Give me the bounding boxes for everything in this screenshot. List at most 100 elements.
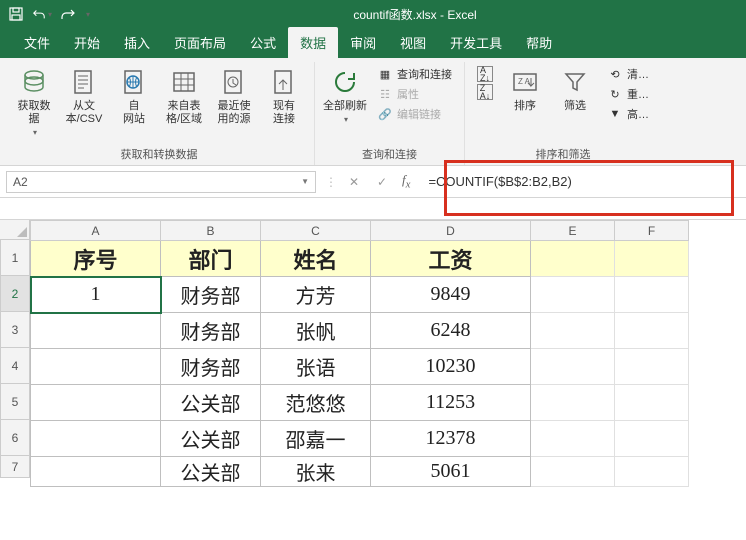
- enter-formula-button[interactable]: ✓: [374, 175, 390, 189]
- cell-f6[interactable]: [615, 421, 689, 457]
- refresh-all-button[interactable]: 全部刷新▾: [321, 62, 369, 130]
- row-header-5[interactable]: 5: [0, 384, 30, 420]
- advanced-filter-button[interactable]: ▼高…: [607, 106, 649, 122]
- fx-icon[interactable]: fx: [402, 172, 410, 191]
- cell-e3[interactable]: [531, 313, 615, 349]
- cell-d3[interactable]: 6248: [371, 313, 531, 349]
- cell-b4[interactable]: 财务部: [161, 349, 261, 385]
- ribbon: 获取数 据▾ 从文 本/CSV 自 网站 来自表 格/区域 最近使 用的源 现有…: [0, 58, 746, 166]
- cancel-formula-button[interactable]: ✕: [346, 175, 362, 189]
- col-header-c[interactable]: C: [261, 221, 371, 241]
- tab-home[interactable]: 开始: [62, 27, 112, 58]
- existing-conn-button[interactable]: 现有 连接: [260, 62, 308, 130]
- cell-e7[interactable]: [531, 457, 615, 487]
- cell-b5[interactable]: 公关部: [161, 385, 261, 421]
- advanced-icon: ▼: [607, 106, 623, 122]
- sort-desc-button[interactable]: ZA↓: [477, 84, 493, 100]
- row-header-1[interactable]: 1: [0, 240, 30, 276]
- get-data-button[interactable]: 获取数 据▾: [10, 62, 58, 143]
- clear-filter-button[interactable]: ⟲清…: [607, 66, 649, 82]
- tab-insert[interactable]: 插入: [112, 27, 162, 58]
- col-header-e[interactable]: E: [531, 221, 615, 241]
- cell-c2[interactable]: 方芳: [261, 277, 371, 313]
- reapply-button[interactable]: ↻重…: [607, 86, 649, 102]
- tab-developer[interactable]: 开发工具: [438, 27, 514, 58]
- cell-e5[interactable]: [531, 385, 615, 421]
- cell-d4[interactable]: 10230: [371, 349, 531, 385]
- cell-f2[interactable]: [615, 277, 689, 313]
- recent-button[interactable]: 最近使 用的源: [210, 62, 258, 130]
- cell-e1[interactable]: [531, 241, 615, 277]
- tab-help[interactable]: 帮助: [514, 27, 564, 58]
- tab-pagelayout[interactable]: 页面布局: [162, 27, 238, 58]
- tab-view[interactable]: 视图: [388, 27, 438, 58]
- col-header-f[interactable]: F: [615, 221, 689, 241]
- cell-e2[interactable]: [531, 277, 615, 313]
- sort-asc-button[interactable]: AZ↓: [477, 66, 493, 82]
- cell-b3[interactable]: 财务部: [161, 313, 261, 349]
- formula-input[interactable]: [420, 174, 746, 189]
- formula-bar: A2 ▼ ⋮ ✕ ✓ fx: [0, 166, 746, 198]
- cell-c3[interactable]: 张帆: [261, 313, 371, 349]
- column-headers: A B C D E F: [31, 221, 689, 241]
- cell-c5[interactable]: 范悠悠: [261, 385, 371, 421]
- cell-d5[interactable]: 11253: [371, 385, 531, 421]
- cell-b6[interactable]: 公关部: [161, 421, 261, 457]
- from-text-button[interactable]: 从文 本/CSV: [60, 62, 108, 130]
- refresh-label: 全部刷新: [323, 100, 367, 113]
- save-button[interactable]: [6, 4, 26, 24]
- tab-data[interactable]: 数据: [288, 27, 338, 58]
- col-header-d[interactable]: D: [371, 221, 531, 241]
- row-header-4[interactable]: 4: [0, 348, 30, 384]
- cell-a3[interactable]: [31, 313, 161, 349]
- undo-button[interactable]: ▾: [32, 4, 52, 24]
- cell-f4[interactable]: [615, 349, 689, 385]
- tab-review[interactable]: 审阅: [338, 27, 388, 58]
- cell-c1[interactable]: 姓名: [261, 241, 371, 277]
- cell-f5[interactable]: [615, 385, 689, 421]
- cell-c4[interactable]: 张语: [261, 349, 371, 385]
- cell-a2[interactable]: 1: [31, 277, 161, 313]
- cell-c7[interactable]: 张来: [261, 457, 371, 487]
- from-table-button[interactable]: 来自表 格/区域: [160, 62, 208, 130]
- group-queries: 全部刷新▾ ▦查询和连接 ☷属性 🔗编辑链接 查询和连接: [315, 62, 465, 165]
- sort-button[interactable]: Z A 排序: [501, 62, 549, 117]
- row-header-6[interactable]: 6: [0, 420, 30, 456]
- col-header-a[interactable]: A: [31, 221, 161, 241]
- cell-d2[interactable]: 9849: [371, 277, 531, 313]
- tab-formulas[interactable]: 公式: [238, 27, 288, 58]
- select-all-corner[interactable]: [0, 220, 30, 240]
- cell-a7[interactable]: [31, 457, 161, 487]
- grid: A B C D E F 序号 部门 姓名 工资 1 财务部 方芳 9849 财务…: [30, 220, 689, 487]
- name-box[interactable]: A2 ▼: [6, 171, 316, 193]
- cell-b1[interactable]: 部门: [161, 241, 261, 277]
- cell-f3[interactable]: [615, 313, 689, 349]
- filter-button[interactable]: 筛选: [551, 62, 599, 117]
- cell-b7[interactable]: 公关部: [161, 457, 261, 487]
- cell-d6[interactable]: 12378: [371, 421, 531, 457]
- redo-button[interactable]: [58, 4, 78, 24]
- sort-asc-icon: AZ↓: [477, 66, 493, 82]
- cell-a6[interactable]: [31, 421, 161, 457]
- from-web-button[interactable]: 自 网站: [110, 62, 158, 130]
- cell-a5[interactable]: [31, 385, 161, 421]
- cell-a4[interactable]: [31, 349, 161, 385]
- table-row: 1 财务部 方芳 9849: [31, 277, 689, 313]
- cell-e4[interactable]: [531, 349, 615, 385]
- name-box-dropdown-icon[interactable]: ▼: [301, 177, 309, 186]
- queries-connections-button[interactable]: ▦查询和连接: [377, 66, 452, 82]
- cell-c6[interactable]: 邵嘉一: [261, 421, 371, 457]
- tab-file[interactable]: 文件: [12, 27, 62, 58]
- cell-f1[interactable]: [615, 241, 689, 277]
- cell-d7[interactable]: 5061: [371, 457, 531, 487]
- cell-d1[interactable]: 工资: [371, 241, 531, 277]
- cell-a1[interactable]: 序号: [31, 241, 161, 277]
- cell-e6[interactable]: [531, 421, 615, 457]
- row-header-7[interactable]: 7: [0, 456, 30, 478]
- cell-f7[interactable]: [615, 457, 689, 487]
- cell-b2[interactable]: 财务部: [161, 277, 261, 313]
- col-header-b[interactable]: B: [161, 221, 261, 241]
- row-header-3[interactable]: 3: [0, 312, 30, 348]
- links-icon: 🔗: [377, 106, 393, 122]
- row-header-2[interactable]: 2: [0, 276, 30, 312]
